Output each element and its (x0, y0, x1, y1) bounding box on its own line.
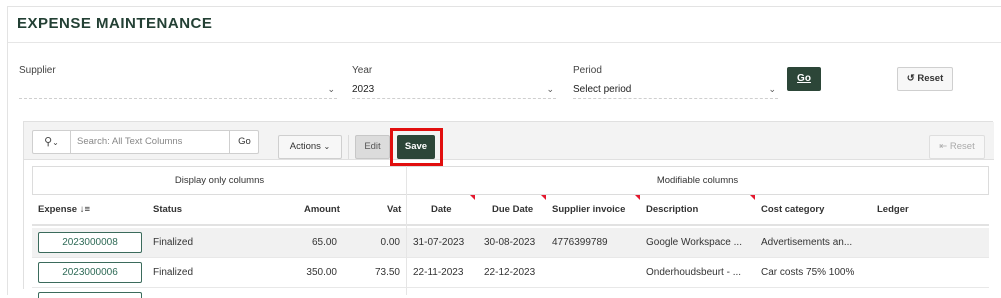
table-row[interactable]: 2023000006 Finalized 350.00 73.50 22-11-… (32, 258, 989, 288)
period-select[interactable]: Select period ⌄ (573, 81, 778, 99)
grid-reset-button[interactable]: ⇤ Reset (929, 135, 985, 159)
date-cell[interactable]: 31-07-2023 (413, 228, 464, 257)
search-column-dropdown[interactable]: ⚲⌄ (33, 131, 71, 153)
grid-toolbar: ⚲⌄ Search: All Text Columns Go (24, 122, 994, 160)
column-header-row: Expense ↓≡ Status Amount Vat Date Due Da… (32, 195, 989, 226)
table-row[interactable] (32, 288, 989, 298)
modified-marker (635, 195, 640, 200)
period-value: Select period (573, 84, 632, 95)
col-header-status[interactable]: Status (153, 195, 182, 224)
year-value: 2023 (352, 84, 375, 95)
col-header-date[interactable]: Date (431, 195, 452, 224)
export-icon: ⇤ (939, 141, 948, 152)
chevron-down-icon: ⌄ (768, 84, 776, 94)
chevron-down-icon: ⌄ (327, 84, 335, 94)
page-title: EXPENSE MAINTENANCE (17, 15, 213, 32)
actions-menu-button[interactable]: Actions ⌄ (278, 135, 342, 159)
date-cell[interactable]: 22-11-2023 (413, 258, 463, 287)
expense-link-button[interactable]: 2023000008 (38, 232, 142, 253)
search-input[interactable]: Search: All Text Columns (77, 136, 182, 147)
supplier-select[interactable]: ⌄ (19, 81, 337, 99)
amount-cell: 350.00 (306, 267, 337, 278)
modified-marker (470, 195, 475, 200)
grid-reset-label: Reset (949, 141, 975, 152)
modified-marker (750, 195, 755, 200)
chevron-down-icon: ⌄ (546, 84, 554, 94)
vat-cell: 0.00 (380, 237, 400, 248)
supplier-invoice-cell[interactable]: 4776399789 (552, 228, 608, 257)
year-label: Year (352, 65, 373, 76)
description-cell[interactable]: Google Workspace ... (646, 228, 754, 257)
supplier-label: Supplier (19, 65, 56, 76)
year-select[interactable]: 2023 ⌄ (352, 81, 556, 99)
col-header-expense[interactable]: Expense ↓≡ (38, 195, 90, 224)
save-highlight-box (390, 128, 443, 166)
due-date-cell[interactable]: 30-08-2023 (484, 228, 535, 257)
expense-link-button[interactable]: 2023000006 (38, 262, 142, 283)
col-header-amount[interactable]: Amount (304, 195, 340, 224)
go-button[interactable]: Go (787, 67, 821, 91)
col-header-ledger[interactable]: Ledger (877, 195, 909, 224)
cost-category-cell[interactable]: Car costs 75% 100% (761, 258, 871, 287)
col-header-description[interactable]: Description (646, 195, 698, 224)
actions-label: Actions (289, 141, 321, 152)
reset-button[interactable]: ↺ Reset (897, 67, 953, 91)
edit-button[interactable]: Edit (355, 135, 390, 159)
modified-marker (541, 195, 546, 200)
toolbar-divider (348, 135, 349, 159)
period-label: Period (573, 65, 602, 76)
column-group-row: Display only columns Modifiable columns (32, 166, 989, 195)
col-header-vat[interactable]: Vat (387, 195, 401, 224)
undo-icon: ↺ (906, 73, 915, 84)
sort-descending-icon: ↓≡ (79, 204, 91, 215)
description-cell[interactable]: Onderhoudsbeurt - ... (646, 258, 754, 287)
search-icon: ⚲ (44, 136, 53, 148)
status-cell: Finalized (153, 237, 194, 248)
title-bar: EXPENSE MAINTENANCE (8, 7, 1001, 43)
col-header-due-date[interactable]: Due Date (492, 195, 533, 224)
expense-link-button[interactable] (38, 292, 142, 298)
chevron-down-icon: ⌄ (52, 138, 59, 147)
table-row[interactable]: 2023000008 Finalized 65.00 0.00 31-07-20… (32, 228, 989, 258)
chevron-down-icon: ⌄ (323, 142, 331, 151)
col-header-expense-label: Expense (38, 204, 78, 215)
vat-cell: 73.50 (374, 267, 400, 278)
search-box: ⚲⌄ Search: All Text Columns Go (32, 130, 259, 154)
display-only-group-header: Display only columns (33, 167, 407, 194)
status-cell: Finalized (153, 267, 194, 278)
due-date-cell[interactable]: 22-12-2023 (484, 258, 535, 287)
modifiable-group-header: Modifiable columns (656, 175, 739, 186)
group-divider (406, 166, 407, 295)
col-header-supplier-invoice[interactable]: Supplier invoice (552, 195, 625, 224)
col-header-cost-category[interactable]: Cost category (761, 195, 824, 224)
reset-label: Reset (917, 73, 944, 84)
amount-cell: 65.00 (311, 237, 337, 248)
cost-category-cell[interactable]: Advertisements an... (761, 228, 871, 257)
search-go-button[interactable]: Go (229, 131, 259, 153)
